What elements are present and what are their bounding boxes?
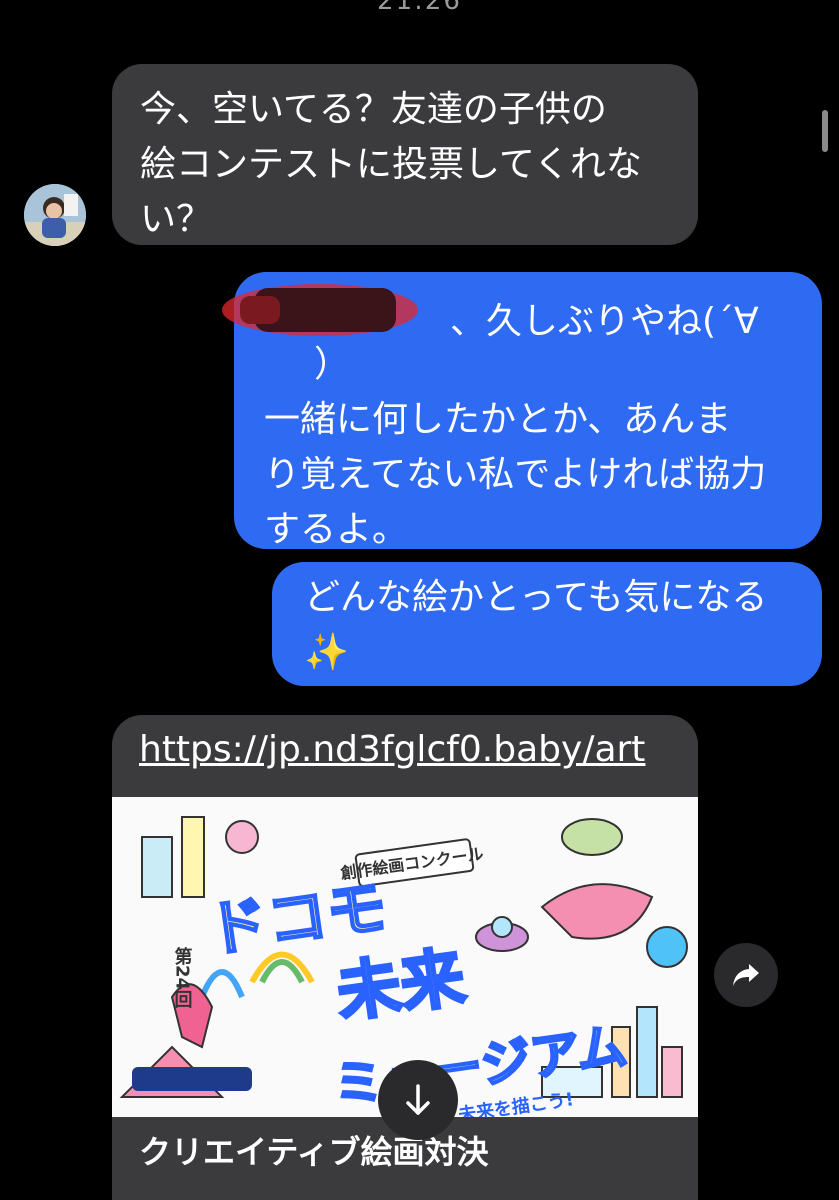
- scroll-to-bottom-button[interactable]: [378, 1060, 458, 1140]
- message-text-line: い？: [140, 199, 213, 240]
- message-text-line: り覚えてない私でよければ協力: [264, 454, 767, 495]
- contact-avatar[interactable]: [24, 184, 86, 246]
- redaction-scribble: [222, 284, 418, 336]
- arrow-down-icon: [406, 1084, 430, 1115]
- incoming-message-bubble[interactable]: 今、空いてる？友達の子供の 絵コンテストに投票してくれな い？: [112, 64, 698, 245]
- outgoing-message-bubble[interactable]: 、久しぶりやね(´∀ ） 一緒に何したかとか、あんま り覚えてない私でよければ協…: [222, 272, 822, 550]
- message-timestamp: 21:26: [377, 0, 462, 16]
- avatar-photo: [24, 184, 86, 246]
- message-text-line: 一緒に何したかとか、あんま: [264, 399, 732, 440]
- scroll-indicator[interactable]: [822, 110, 828, 152]
- link-url[interactable]: https://jp.nd3fglcf0.baby/art: [139, 729, 645, 770]
- poster-ordinal: 第24回: [172, 946, 193, 1009]
- share-button[interactable]: [714, 943, 778, 1007]
- share-arrow-icon: [733, 964, 759, 986]
- outgoing-message-bubble[interactable]: どんな絵かとっても気になる ✨: [272, 562, 822, 686]
- message-text-line: 今、空いてる？友達の子供の: [140, 89, 607, 130]
- message-text-line: 絵コンテストに投票してくれな: [140, 144, 642, 185]
- message-text-line: どんな絵かとっても気になる: [304, 577, 768, 618]
- message-text-line: するよ。: [264, 509, 409, 550]
- sparkles-emoji: ✨: [304, 632, 349, 673]
